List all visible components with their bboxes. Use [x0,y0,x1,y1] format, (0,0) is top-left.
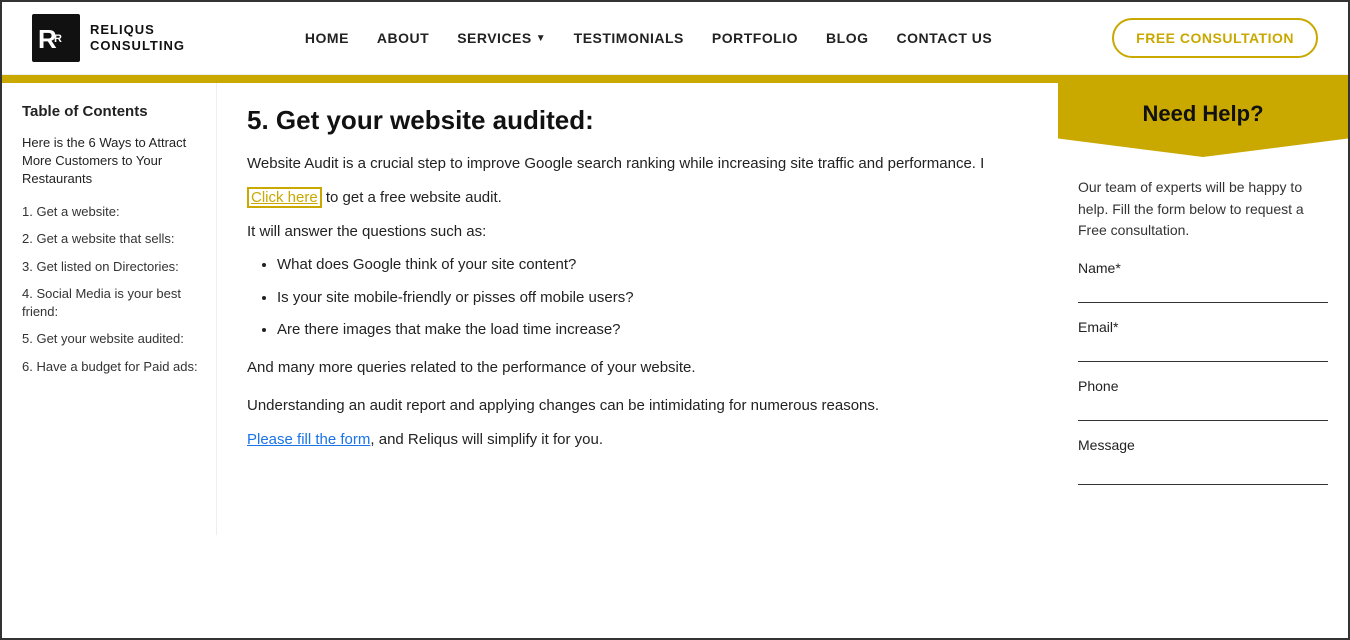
email-field-group: Email* [1078,319,1328,362]
toc-item-2[interactable]: 2. Get a website that sells: [22,230,200,248]
click-here-suffix: to get a free website audit. [322,189,502,206]
logo-text: RELIQUS CONSULTING [90,22,185,53]
header: R R RELIQUS CONSULTING HOME ABOUT SERVIC… [2,2,1348,75]
name-field-group: Name* [1078,260,1328,303]
nav-portfolio[interactable]: PORTFOLIO [712,30,798,46]
name-label: Name* [1078,260,1328,276]
toc-item-3[interactable]: 3. Get listed on Directories: [22,258,200,276]
name-input[interactable] [1078,280,1328,303]
logo-icon: R R [32,14,80,62]
logo: R R RELIQUS CONSULTING [32,14,185,62]
main-nav: HOME ABOUT SERVICES ▼ TESTIMONIALS PORTF… [305,30,992,46]
bullet-item-1: What does Google think of your site cont… [277,254,1028,277]
toc-title: Table of Contents [22,103,200,120]
main-content: 5. Get your website audited: Website Aud… [217,83,1058,535]
toc-intro: Here is the 6 Ways to Attract More Custo… [22,134,200,189]
need-help-header: Need Help? [1058,83,1348,157]
bullet-item-3: Are there images that make the load time… [277,319,1028,342]
nav-testimonials[interactable]: TESTIMONIALS [574,30,684,46]
logo-line2: CONSULTING [90,38,185,54]
toc-item-5[interactable]: 5. Get your website audited: [22,330,200,348]
svg-text:R: R [54,33,62,45]
gold-bar [2,75,1348,83]
need-help-title: Need Help? [1078,101,1328,127]
email-label: Email* [1078,319,1328,335]
bullet-item-2: Is your site mobile-friendly or pisses o… [277,287,1028,310]
intro-paragraph: Website Audit is a crucial step to impro… [247,152,1028,176]
toc-item-6[interactable]: 6. Have a budget for Paid ads: [22,358,200,376]
toc-item-1[interactable]: 1. Get a website: [22,203,200,221]
sidebar: Table of Contents Here is the 6 Ways to … [2,83,217,535]
click-here-paragraph: Click here to get a free website audit. [247,186,1028,210]
please-link[interactable]: Please [247,431,293,448]
bullet-list: What does Google think of your site cont… [247,254,1028,342]
please-suffix: , and Reliqus will simplify it for you. [370,431,603,448]
need-help-box: Need Help? Our team of experts will be h… [1058,83,1348,515]
main-layout: Table of Contents Here is the 6 Ways to … [2,83,1348,535]
please-paragraph: Please fill the form, and Reliqus will s… [247,428,1028,452]
nav-services[interactable]: SERVICES ▼ [457,30,545,46]
many-more-text: And many more queries related to the per… [247,356,1028,380]
phone-input[interactable] [1078,398,1328,421]
need-help-description: Our team of experts will be happy to hel… [1078,177,1328,242]
it-will-text: It will answer the questions such as: [247,220,1028,244]
nav-contact[interactable]: CONTACT US [897,30,993,46]
fill-form-link[interactable]: fill the form [293,431,371,448]
chevron-down-icon: ▼ [536,33,546,44]
logo-line1: RELIQUS [90,22,185,38]
phone-field-group: Phone [1078,378,1328,421]
need-help-body: Our team of experts will be happy to hel… [1058,167,1348,515]
toc-list: 1. Get a website: 2. Get a website that … [22,203,200,376]
nav-blog[interactable]: BLOG [826,30,868,46]
email-input[interactable] [1078,339,1328,362]
phone-label: Phone [1078,378,1328,394]
nav-about[interactable]: ABOUT [377,30,429,46]
nav-home[interactable]: HOME [305,30,349,46]
right-panel: Need Help? Our team of experts will be h… [1058,83,1348,535]
message-input[interactable] [1078,457,1328,485]
understanding-text: Understanding an audit report and applyi… [247,394,1028,418]
free-consultation-button[interactable]: FREE CONSULTATION [1112,18,1318,58]
message-label: Message [1078,437,1328,453]
toc-item-4[interactable]: 4. Social Media is your best friend: [22,285,200,320]
click-here-link[interactable]: Click here [247,187,322,208]
section-title: 5. Get your website audited: [247,105,1028,136]
message-field-group: Message [1078,437,1328,489]
